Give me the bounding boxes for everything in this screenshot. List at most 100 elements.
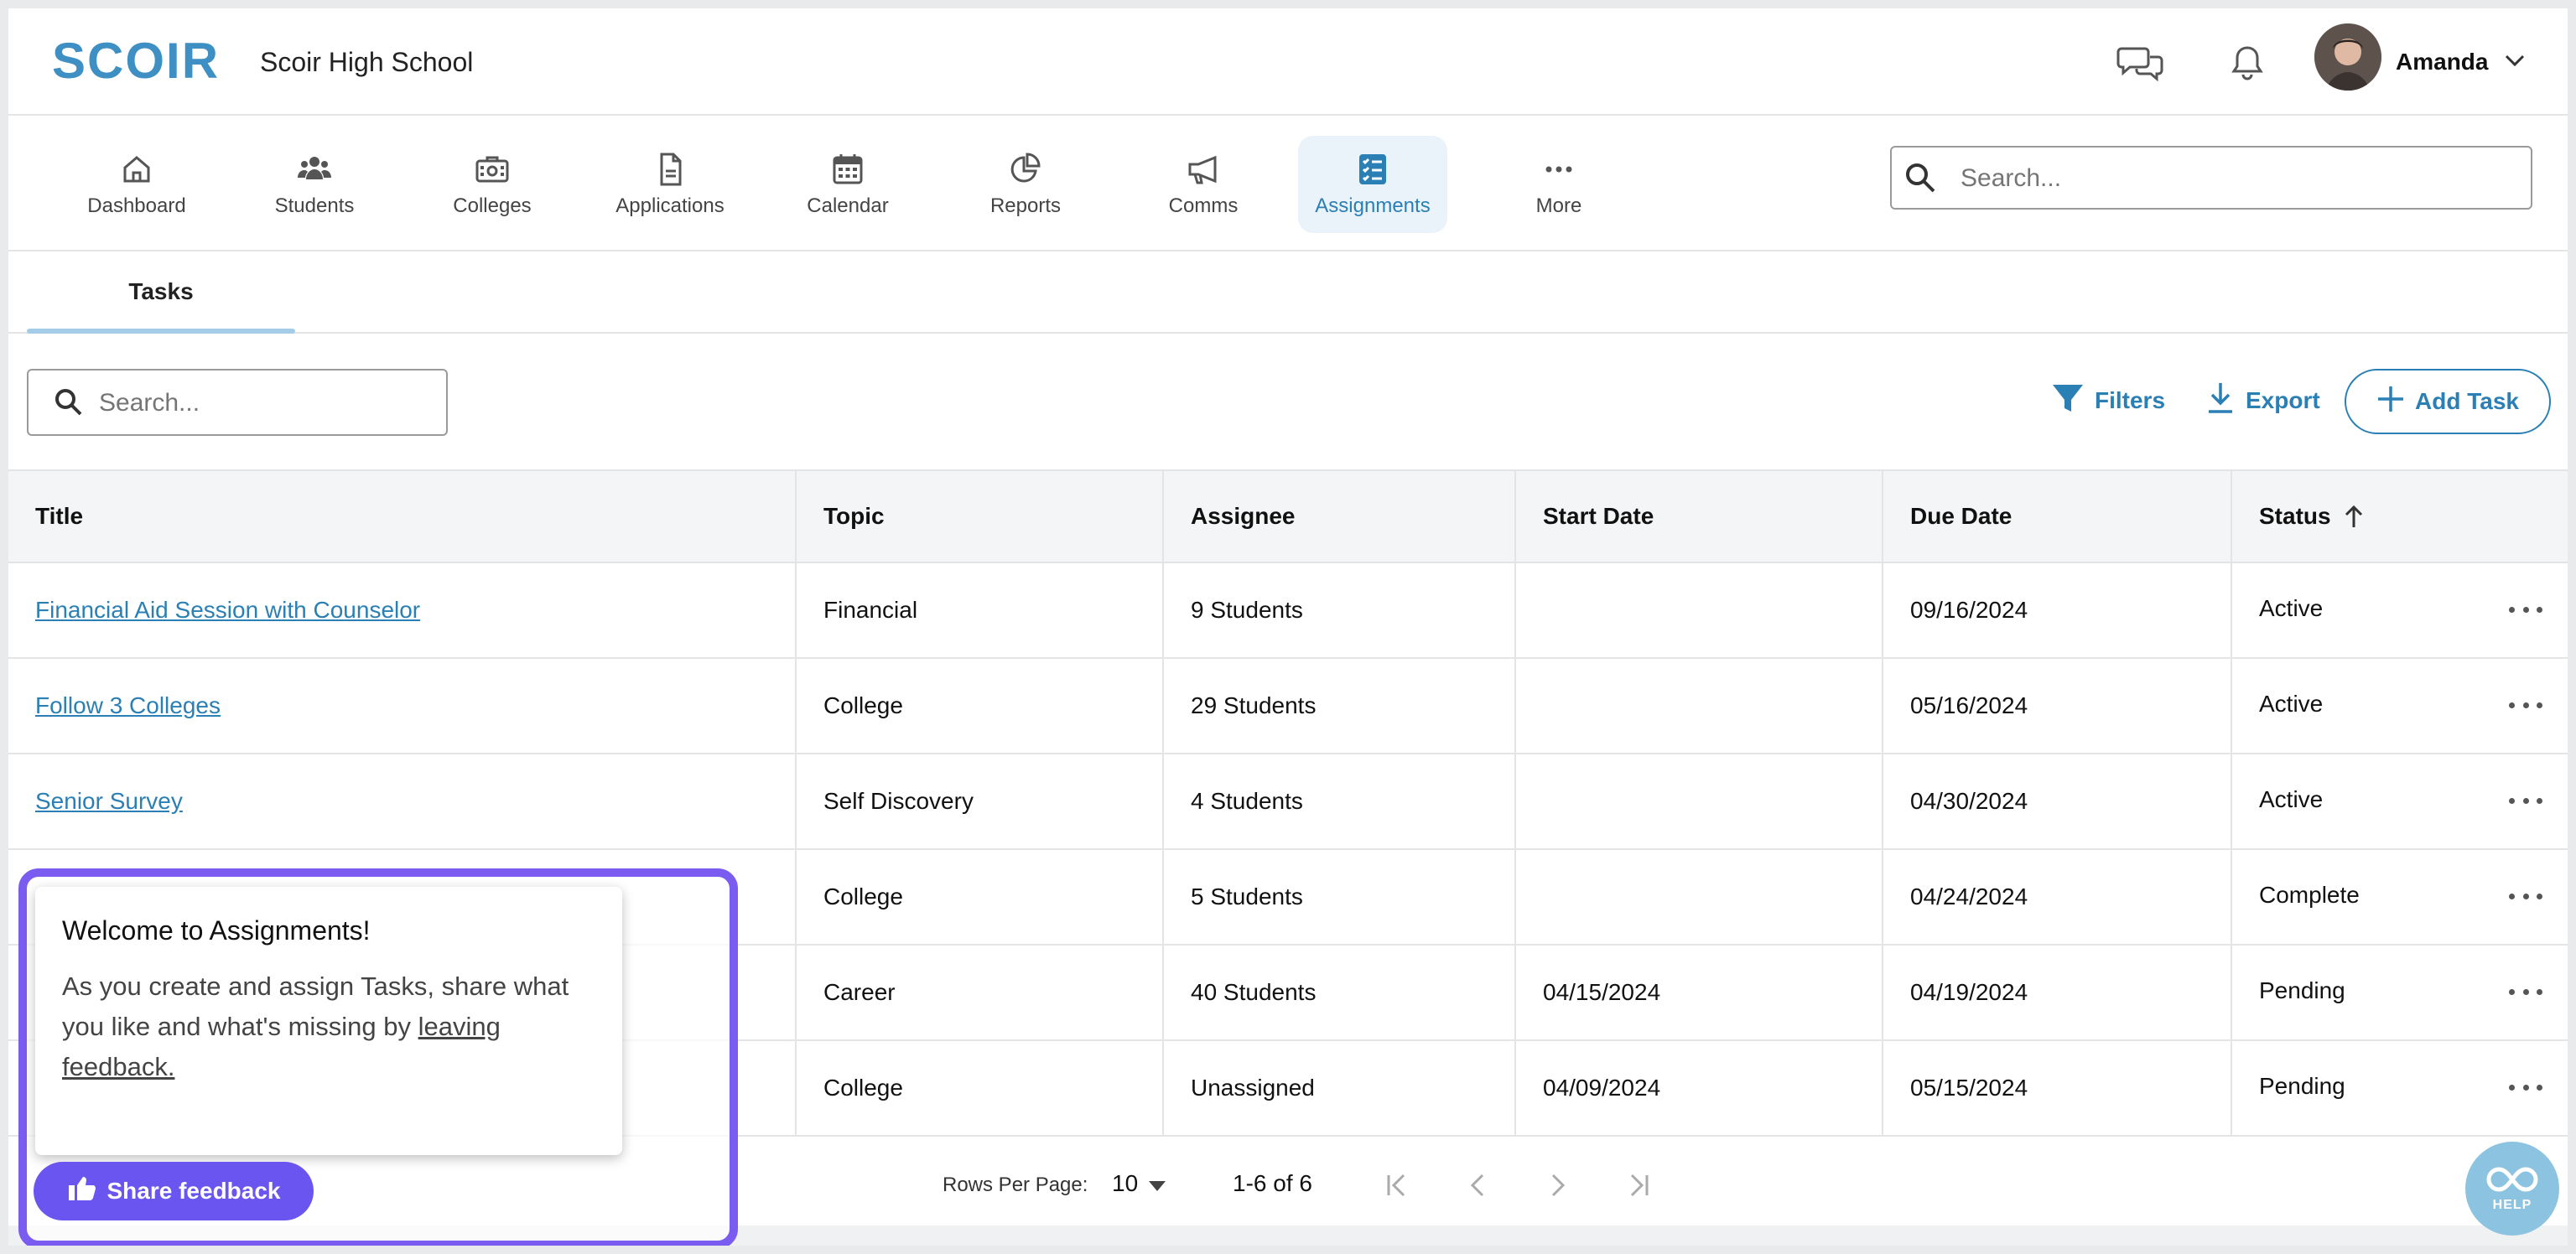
- col-header-start-date[interactable]: Start Date: [1516, 471, 1883, 562]
- first-page-icon[interactable]: [1380, 1168, 1414, 1202]
- school-name: Scoir High School: [260, 47, 474, 77]
- row-actions-icon[interactable]: [2509, 884, 2542, 909]
- filter-icon: [2051, 381, 2085, 421]
- col-header-title[interactable]: Title: [8, 471, 797, 562]
- rows-per-page-select[interactable]: 10: [1112, 1170, 1138, 1197]
- download-icon: [2205, 381, 2236, 421]
- scoir-logo[interactable]: SCOIR: [52, 32, 220, 90]
- main-nav: Dashboard Students Colleges Applications…: [8, 116, 2568, 251]
- table-row: Follow 3 Colleges College 29 Students 05/16…: [8, 659, 2568, 754]
- cell-assignee-text: 9 Students: [1191, 597, 1303, 623]
- row-actions-icon[interactable]: [2509, 692, 2542, 718]
- checklist-icon: [1354, 151, 1391, 188]
- nav-more[interactable]: More: [1484, 136, 1633, 233]
- pie-chart-icon: [1007, 151, 1044, 188]
- tab-bar: Tasks: [8, 251, 2568, 334]
- cell-start-date: [1516, 659, 1883, 753]
- cell-topic-text: Self Discovery: [823, 788, 974, 814]
- cell-assignee-text: 4 Students: [1191, 788, 1303, 814]
- next-page-icon[interactable]: [1541, 1168, 1575, 1202]
- cell-due-date: 04/19/2024: [1883, 946, 2232, 1039]
- cell-status: Active: [2232, 563, 2509, 657]
- nav-calendar[interactable]: Calendar: [773, 136, 922, 233]
- nav-label: Applications: [615, 194, 724, 217]
- cell-status: Pending: [2232, 946, 2509, 1039]
- col-header-assignee[interactable]: Assignee: [1164, 471, 1516, 562]
- cell-status-text: Pending: [2259, 977, 2345, 1003]
- col-header-due-date[interactable]: Due Date: [1883, 471, 2232, 562]
- task-search[interactable]: [27, 369, 448, 436]
- nav-label: Assignments: [1315, 194, 1431, 217]
- cell-topic-text: College: [823, 884, 903, 909]
- cell-status: Complete: [2232, 850, 2509, 944]
- dropdown-arrow-icon[interactable]: [1149, 1180, 1166, 1191]
- cell-assignee-text: 40 Students: [1191, 979, 1317, 1005]
- cell-title: Senior Survey: [8, 754, 797, 848]
- global-search[interactable]: [1890, 146, 2532, 210]
- table-row: Senior Survey Self Discovery 4 Students 04/…: [8, 754, 2568, 850]
- export-label: Export: [2246, 387, 2320, 413]
- task-title-link[interactable]: Follow 3 Colleges: [35, 692, 221, 719]
- previous-page-icon[interactable]: [1461, 1168, 1494, 1202]
- feedback-popup: Welcome to Assignments! As you create an…: [35, 887, 622, 1155]
- chevron-down-icon[interactable]: [2503, 52, 2527, 72]
- task-title-link[interactable]: Senior Survey: [35, 788, 183, 815]
- nav-label: Colleges: [453, 194, 532, 217]
- row-actions-icon[interactable]: [2509, 1075, 2542, 1100]
- add-task-button[interactable]: Add Task: [2345, 369, 2551, 434]
- cell-start-date: 04/15/2024: [1516, 946, 1883, 1039]
- cell-start-date: [1516, 563, 1883, 657]
- nav-comms[interactable]: Comms: [1129, 136, 1278, 233]
- tab-label: Tasks: [128, 278, 194, 304]
- cell-due-date-text: 05/16/2024: [1910, 692, 2028, 718]
- filters-label: Filters: [2095, 387, 2166, 413]
- nav-students[interactable]: Students: [240, 136, 389, 233]
- tab-tasks[interactable]: Tasks: [27, 251, 295, 334]
- cell-topic-text: College: [823, 692, 903, 718]
- cell-topic-text: Financial: [823, 597, 918, 623]
- nav-label: Calendar: [807, 194, 889, 217]
- cell-due-date: 05/15/2024: [1883, 1041, 2232, 1135]
- cell-assignee: Unassigned: [1164, 1041, 1516, 1135]
- cell-assignee: 4 Students: [1164, 754, 1516, 848]
- global-search-input[interactable]: [1959, 158, 2516, 200]
- row-actions-icon[interactable]: [2509, 979, 2542, 1004]
- notification-bell-icon[interactable]: [2222, 39, 2272, 89]
- cell-due-date-text: 05/15/2024: [1910, 1075, 2028, 1101]
- cell-due-date-text: 09/16/2024: [1910, 597, 2028, 623]
- sort-ascending-icon[interactable]: [2343, 504, 2365, 529]
- col-header-status[interactable]: Status: [2232, 471, 2568, 562]
- cell-topic: College: [797, 659, 1164, 753]
- nav-reports[interactable]: Reports: [951, 136, 1100, 233]
- export-button[interactable]: Export: [2205, 379, 2320, 422]
- share-feedback-button[interactable]: Share feedback: [34, 1162, 314, 1220]
- col-header-topic[interactable]: Topic: [797, 471, 1164, 562]
- cell-due-date: 09/16/2024: [1883, 563, 2232, 657]
- cell-assignee: 9 Students: [1164, 563, 1516, 657]
- row-actions-icon[interactable]: [2509, 597, 2542, 622]
- cell-due-date-text: 04/19/2024: [1910, 979, 2028, 1005]
- nav-dashboard[interactable]: Dashboard: [62, 136, 211, 233]
- chat-icon[interactable]: [2115, 39, 2165, 89]
- nav-applications[interactable]: Applications: [595, 136, 745, 233]
- megaphone-icon: [1185, 151, 1222, 188]
- cell-topic: Self Discovery: [797, 754, 1164, 848]
- user-name[interactable]: Amanda: [2396, 49, 2488, 75]
- last-page-icon[interactable]: [1622, 1168, 1655, 1202]
- help-button[interactable]: HELP: [2465, 1142, 2559, 1236]
- cell-start-date-text: 04/09/2024: [1543, 1075, 1661, 1101]
- row-actions-icon[interactable]: [2509, 788, 2542, 813]
- cell-due-date-text: 04/24/2024: [1910, 884, 2028, 909]
- college-icon: [474, 151, 511, 188]
- calendar-icon: [829, 151, 866, 188]
- nav-colleges[interactable]: Colleges: [418, 136, 567, 233]
- task-search-input[interactable]: [97, 382, 436, 424]
- cell-topic: Career: [797, 946, 1164, 1039]
- cell-start-date-text: 04/15/2024: [1543, 979, 1661, 1005]
- task-title-link[interactable]: Financial Aid Session with Counselor: [35, 597, 420, 624]
- avatar[interactable]: [2314, 23, 2381, 91]
- infinity-icon: [2485, 1165, 2539, 1198]
- nav-assignments[interactable]: Assignments: [1298, 136, 1447, 233]
- filters-button[interactable]: Filters: [2051, 379, 2165, 422]
- cell-assignee-text: 5 Students: [1191, 884, 1303, 909]
